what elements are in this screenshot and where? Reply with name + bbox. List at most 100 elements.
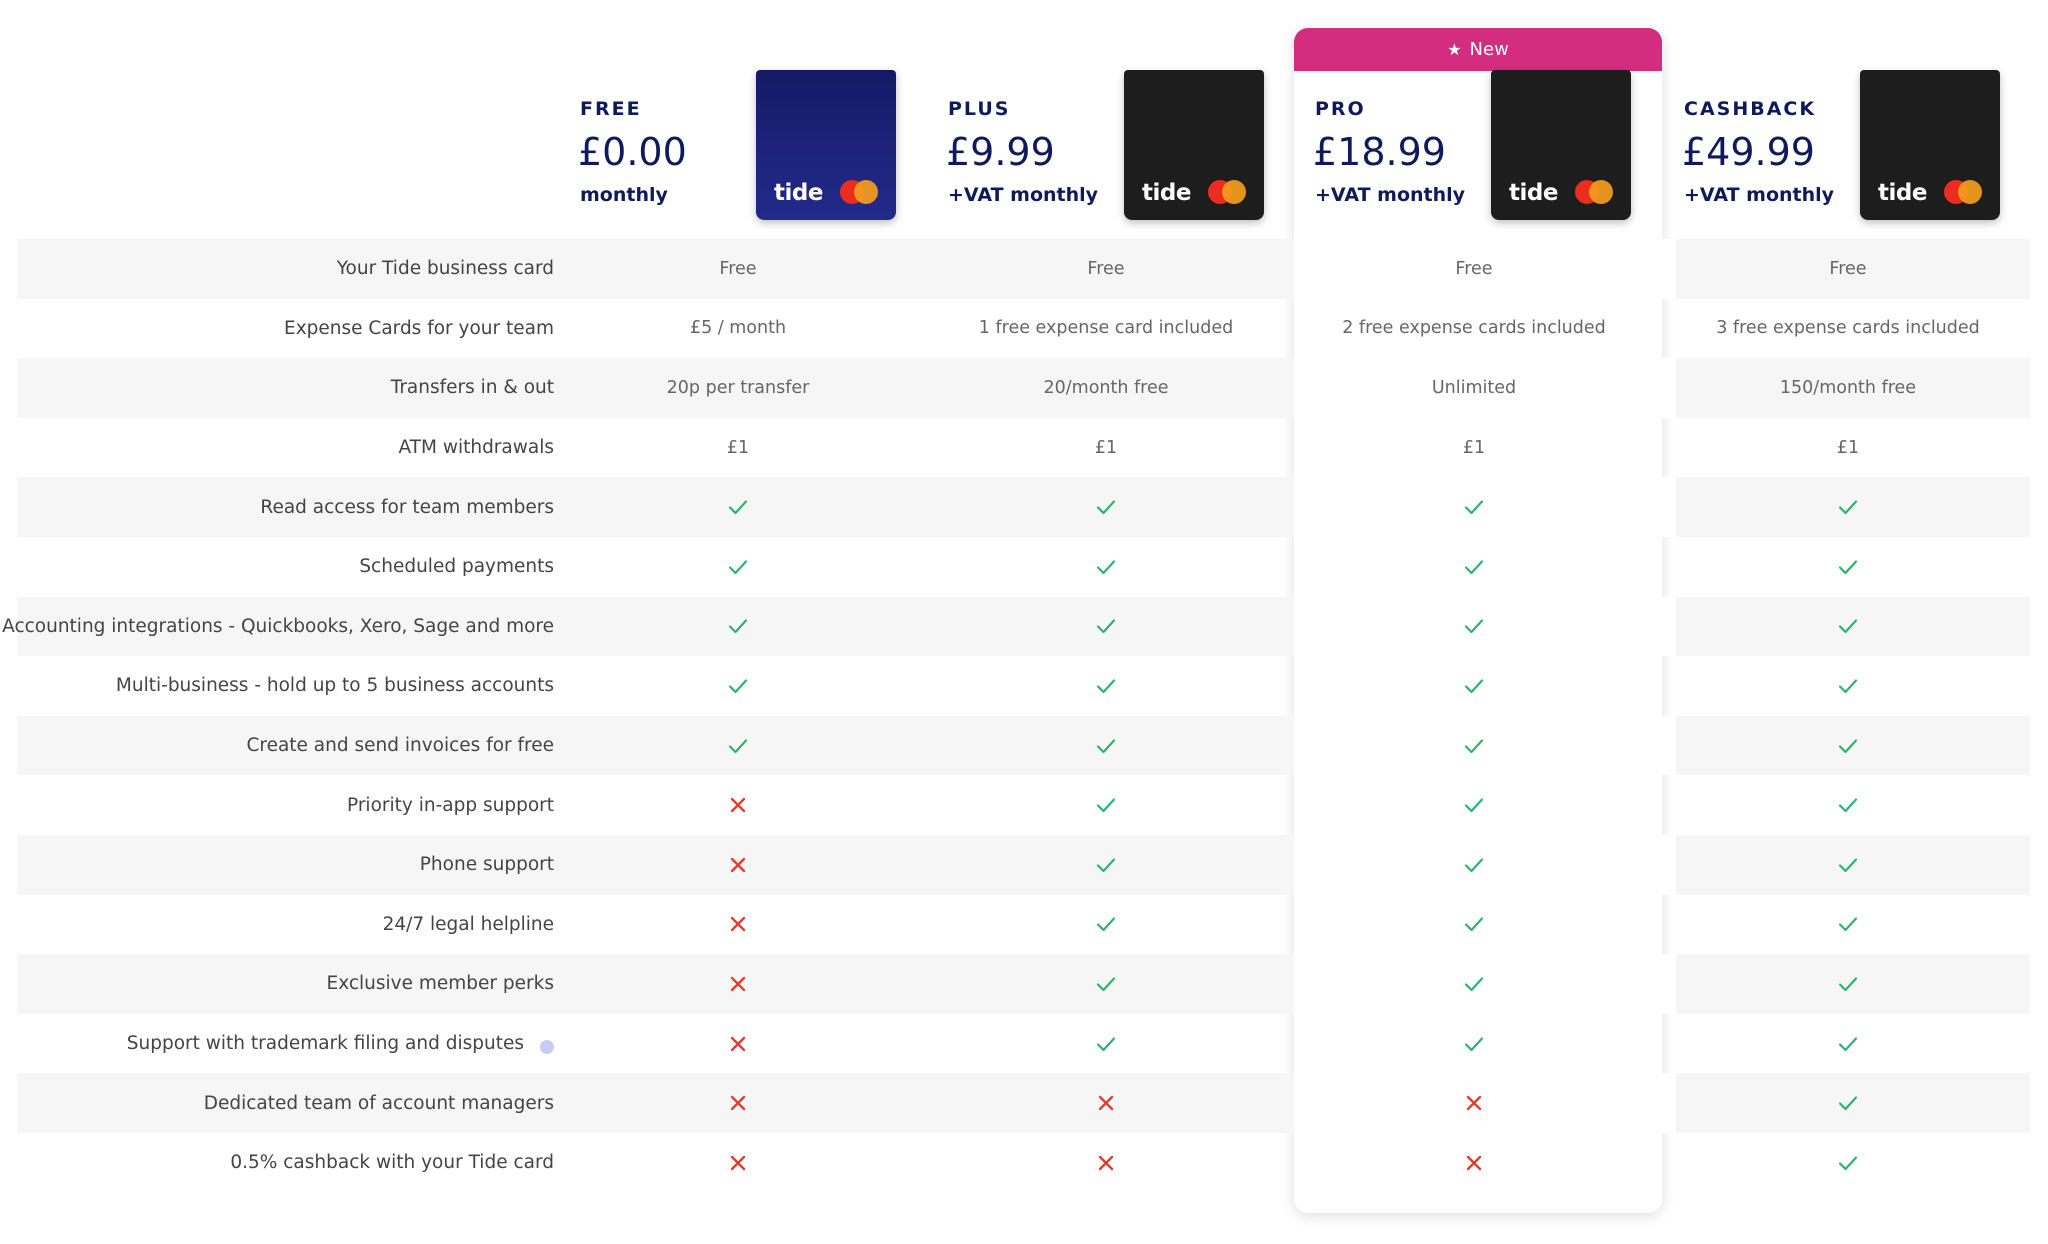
cross-icon — [573, 895, 903, 955]
tide-card-image: tide — [1124, 70, 1264, 220]
cross-icon — [1309, 1073, 1639, 1133]
feature-label-text: ATM withdrawals — [398, 437, 554, 459]
feature-label: Transfers in & out — [391, 358, 554, 418]
feature-label: Exclusive member perks — [327, 954, 554, 1014]
cross-icon — [573, 1014, 903, 1074]
cell-plus: Free — [1087, 258, 1125, 279]
check-icon — [1309, 954, 1639, 1014]
plan-header-cashback: CASHBACK £49.99 +VAT monthly tide — [1682, 70, 2024, 220]
column-gap — [1662, 596, 1676, 657]
feature-label-text: Dedicated team of account managers — [203, 1092, 554, 1114]
check-icon — [1683, 1073, 2013, 1133]
check-icon — [1683, 954, 2013, 1014]
feature-label-text: Priority in-app support — [347, 794, 554, 816]
column-gap — [1662, 1073, 1676, 1133]
plan-name: CASHBACK — [1684, 98, 1817, 120]
cell-plus: 20/month free — [1043, 377, 1169, 398]
plan-name: PRO — [1315, 98, 1366, 120]
check-icon — [941, 954, 1271, 1014]
check-icon — [1683, 775, 2013, 835]
table-row: 0.5% cashback with your Tide card — [17, 1133, 2030, 1193]
feature-label-text: Exclusive member perks — [326, 973, 554, 995]
check-icon — [1683, 716, 2013, 776]
check-icon — [941, 895, 1271, 955]
check-icon — [941, 716, 1271, 776]
plan-price: £0.00 — [578, 130, 687, 174]
table-row: Your Tide business card Free Free Free Free — [17, 239, 2030, 299]
feature-label: ATM withdrawals — [398, 418, 554, 478]
feature-label-text: 24/7 legal helpline — [382, 913, 554, 935]
cross-icon — [573, 1073, 903, 1133]
check-icon — [573, 597, 903, 657]
cross-icon — [573, 1133, 903, 1193]
check-icon — [1683, 895, 2013, 955]
feature-label-text: Phone support — [419, 854, 554, 876]
feature-label: Scheduled payments — [359, 537, 554, 597]
check-icon — [1683, 537, 2013, 597]
feature-label: Dedicated team of account managers — [204, 1073, 554, 1133]
plan-period: +VAT monthly — [948, 184, 1099, 206]
check-icon — [1309, 656, 1639, 716]
feature-label-text: Expense Cards for your team — [284, 317, 554, 339]
tide-card-image: tide — [756, 70, 896, 220]
check-icon — [941, 775, 1271, 835]
table-row: ATM withdrawals £1 £1 £1 £1 — [17, 418, 2030, 478]
feature-label: Read access for team members — [260, 477, 554, 537]
mastercard-icon — [840, 180, 880, 204]
cell-cashback: Free — [1829, 258, 1867, 279]
check-icon — [941, 537, 1271, 597]
check-icon — [1683, 1133, 2013, 1193]
check-icon — [1683, 835, 2013, 895]
table-row: Phone support — [17, 834, 2030, 895]
cross-icon — [1309, 1133, 1639, 1193]
column-gap — [1662, 358, 1676, 418]
info-icon[interactable] — [540, 1039, 554, 1054]
mastercard-icon — [1208, 180, 1248, 204]
feature-label-text: Scheduled payments — [359, 556, 554, 578]
cross-icon — [573, 775, 903, 835]
plan-period: +VAT monthly — [1684, 184, 1835, 206]
feature-label: 0.5% cashback with your Tide card — [230, 1133, 554, 1193]
check-icon — [1309, 1014, 1639, 1074]
cell-free: 20p per transfer — [666, 377, 810, 398]
column-gap — [1662, 477, 1676, 537]
check-icon — [1683, 597, 2013, 657]
check-icon — [1683, 656, 2013, 716]
table-row: Accounting integrations - Quickbooks, Xe… — [2, 596, 2030, 657]
table-row: Dedicated team of account managers — [17, 1073, 2030, 1133]
feature-label-text: Read access for team members — [260, 496, 554, 518]
check-icon — [573, 537, 903, 597]
feature-label: Support with trademark filing and disput… — [127, 1014, 554, 1074]
feature-label: Expense Cards for your team — [284, 299, 554, 359]
plan-period: +VAT monthly — [1315, 184, 1466, 206]
check-icon — [1309, 477, 1639, 537]
cell-plus: 1 free expense card included — [978, 318, 1234, 339]
check-icon — [1683, 1014, 2013, 1074]
check-icon — [941, 597, 1271, 657]
cell-free: Free — [719, 258, 757, 279]
table-row: Expense Cards for your team £5 / month 1 f… — [17, 299, 2030, 359]
star-icon: ★ — [1447, 40, 1462, 59]
cell-pro: £1 — [1462, 437, 1486, 458]
feature-label-text: 0.5% cashback with your Tide card — [230, 1152, 554, 1174]
cell-free: £1 — [726, 437, 750, 458]
table-row: Read access for team members — [17, 477, 2030, 537]
check-icon — [941, 1014, 1271, 1074]
feature-label: Accounting integrations - Quickbooks, Xe… — [2, 597, 554, 657]
cell-pro: Unlimited — [1431, 377, 1517, 398]
plan-header-free: FREE £0.00 monthly tide — [578, 70, 920, 220]
cell-free: £5 / month — [689, 318, 787, 339]
cross-icon — [941, 1133, 1271, 1193]
feature-label-text: Support with trademark filing and disput… — [126, 1033, 524, 1055]
column-gap — [1662, 715, 1676, 776]
cell-cashback: 150/month free — [1779, 377, 1917, 398]
tide-card-image: tide — [1860, 70, 2000, 220]
plan-header-plus: PLUS £9.99 +VAT monthly tide — [946, 70, 1288, 220]
table-row: Create and send invoices for free — [17, 715, 2030, 776]
feature-label: Phone support — [420, 835, 554, 895]
plan-header-pro: PRO £18.99 +VAT monthly tide — [1313, 70, 1655, 220]
cell-pro: 2 free expense cards included — [1342, 318, 1606, 339]
new-badge-label: New — [1469, 39, 1509, 60]
plan-period: monthly — [580, 184, 668, 206]
check-icon — [1309, 716, 1639, 776]
